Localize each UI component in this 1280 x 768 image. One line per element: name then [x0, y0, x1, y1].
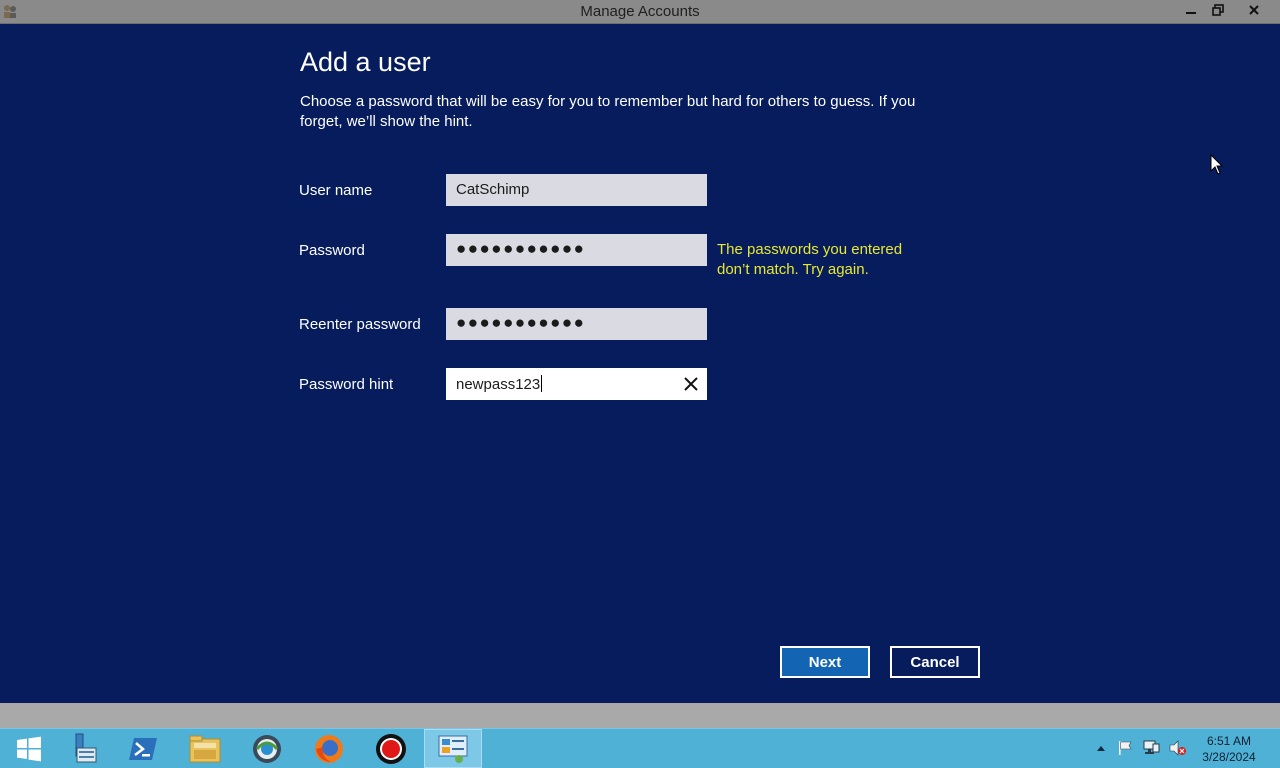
password-hint-field[interactable]: newpass123: [446, 368, 707, 400]
taskbar: 6:51 AM 3/28/2024: [0, 728, 1280, 768]
instructions-text: Choose a password that will be easy for …: [300, 93, 916, 130]
title-bar: Manage Accounts: [0, 0, 1280, 24]
password-field[interactable]: ●●●●●●●●●●●: [446, 234, 707, 266]
password-value: ●●●●●●●●●●●: [456, 239, 586, 258]
taskbar-firefox[interactable]: [300, 729, 358, 768]
control-panel-icon: [438, 735, 468, 763]
minimize-icon: [1186, 12, 1196, 14]
taskbar-powershell[interactable]: [114, 729, 172, 768]
clear-hint-button[interactable]: [676, 369, 706, 399]
text-caret: [541, 375, 543, 392]
reenter-password-field[interactable]: ●●●●●●●●●●●: [446, 308, 707, 340]
restore-button[interactable]: [1205, 0, 1231, 20]
window-bottom-border: [0, 703, 1280, 728]
server-manager-icon: [75, 733, 97, 762]
folder-icon: [189, 735, 221, 762]
username-value: CatSchimp: [456, 181, 530, 198]
volume-muted-icon: [1169, 740, 1186, 756]
close-icon: [684, 377, 698, 391]
taskbar-recorder[interactable]: [362, 729, 420, 768]
password-mismatch-error: The passwords you entered don’t match. T…: [717, 241, 903, 278]
close-icon: [1249, 5, 1259, 15]
powershell-icon: [129, 737, 157, 760]
taskbar-file-explorer[interactable]: [176, 729, 234, 768]
close-button[interactable]: [1241, 0, 1267, 20]
minimize-button[interactable]: [1178, 0, 1204, 20]
username-field[interactable]: CatSchimp: [446, 174, 707, 206]
username-label: User name: [299, 182, 373, 199]
action-center-tray[interactable]: [1116, 739, 1134, 757]
show-hidden-icons-button[interactable]: [1092, 739, 1110, 757]
clock[interactable]: 6:51 AM 3/28/2024: [1196, 733, 1262, 765]
clock-date: 3/28/2024: [1202, 750, 1256, 764]
password-label: Password: [299, 242, 365, 259]
globe-icon: [253, 734, 281, 763]
network-icon: [1143, 740, 1160, 754]
password-hint-value: newpass123: [456, 376, 541, 393]
taskbar-server-manager[interactable]: [52, 729, 110, 768]
cancel-button[interactable]: Cancel: [890, 646, 980, 678]
taskbar-network-tool[interactable]: [238, 729, 296, 768]
next-button[interactable]: Next: [780, 646, 870, 678]
start-button[interactable]: [0, 729, 58, 768]
network-tray[interactable]: [1142, 739, 1160, 757]
clock-time: 6:51 AM: [1206, 734, 1252, 748]
firefox-icon: [315, 734, 343, 763]
window-title: Manage Accounts: [580, 3, 700, 20]
record-icon: [376, 733, 406, 764]
reenter-password-value: ●●●●●●●●●●●: [456, 313, 586, 332]
chevron-up-icon: [1097, 746, 1105, 751]
taskbar-control-panel[interactable]: [424, 729, 482, 768]
flag-icon: [1119, 741, 1132, 755]
page-title: Add a user: [300, 47, 431, 77]
mouse-pointer-icon: [1210, 154, 1224, 175]
add-user-dialog: Add a user Choose a password that will b…: [0, 24, 1280, 703]
windows-logo-icon: [17, 736, 41, 761]
password-hint-label: Password hint: [299, 376, 394, 393]
restore-icon: [1212, 4, 1224, 16]
reenter-password-label: Reenter password: [299, 316, 421, 333]
volume-tray[interactable]: [1169, 739, 1187, 757]
